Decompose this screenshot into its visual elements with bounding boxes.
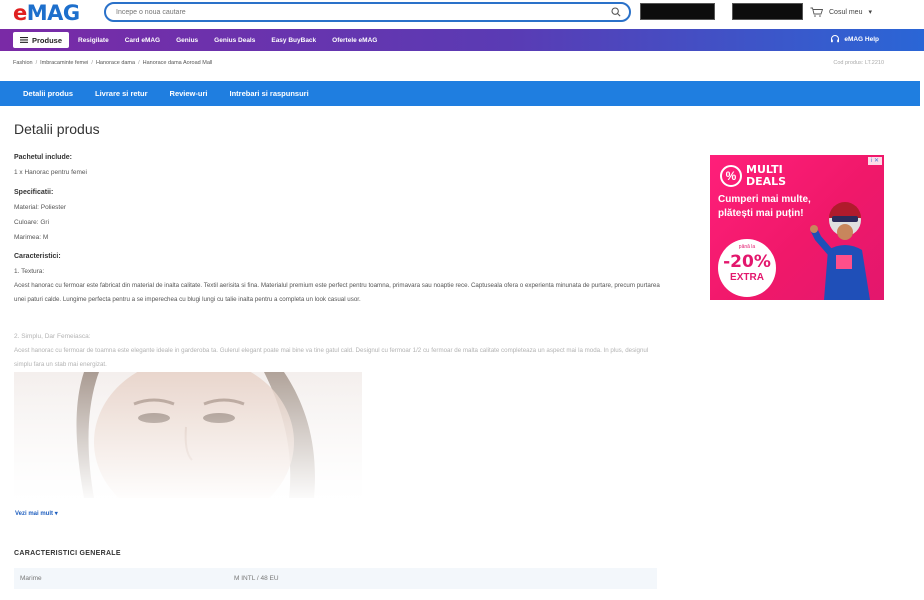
breadcrumb-item[interactable]: Hanorace dama bbox=[96, 60, 135, 66]
spec-culoare: Culoare: Gri bbox=[14, 219, 50, 226]
headset-icon bbox=[831, 35, 840, 43]
spec-row-value: M INTL / 48 EU bbox=[234, 575, 279, 582]
cart-label: Cosul meu bbox=[829, 8, 863, 16]
table-row: Marime M INTL / 48 EU bbox=[14, 568, 657, 589]
tab-review-uri[interactable]: Review-uri bbox=[170, 89, 208, 98]
page-title: Detalii produs bbox=[14, 121, 100, 137]
chevron-down-icon: ▾ bbox=[54, 511, 58, 517]
nav-link-resigilate[interactable]: Resigilate bbox=[78, 37, 109, 44]
discount-bubble: până la -20% EXTRA bbox=[718, 239, 776, 297]
product-code: Cod produs: LT.2210 bbox=[833, 60, 884, 66]
search-input[interactable] bbox=[116, 6, 596, 19]
multi-deals-ad[interactable]: i ✕ % MULTI DEALS Cumperi mai multe, plă… bbox=[710, 155, 884, 300]
discount-extra: EXTRA bbox=[730, 272, 764, 283]
breadcrumb-separator: / bbox=[91, 60, 93, 66]
breadcrumb-separator: / bbox=[35, 60, 38, 66]
nav-link-ofertele-emag[interactable]: Ofertele eMAG bbox=[332, 37, 377, 44]
general-features-title: CARACTERISTICI GENERALE bbox=[14, 550, 121, 557]
spec-marime: Marimea: M bbox=[14, 234, 49, 241]
breadcrumb-item[interactable]: Fashion bbox=[13, 60, 33, 66]
ad-close-icon[interactable]: i ✕ bbox=[868, 157, 882, 165]
caract-2-heading: 2. Simplu, Dar Femeiasca: bbox=[14, 333, 91, 340]
model-face-image bbox=[14, 372, 362, 498]
breadcrumb-item[interactable]: Imbracaminte femei bbox=[40, 60, 88, 66]
cart-icon bbox=[810, 7, 823, 17]
ad-title: MULTI DEALS bbox=[746, 164, 786, 188]
caract-label: Caracteristici: bbox=[14, 253, 61, 260]
main-nav: Produse Resigilate Card eMAG Genius Geni… bbox=[0, 29, 924, 51]
tab-livrare-retur[interactable]: Livrare si retur bbox=[95, 89, 148, 98]
discount-value: -20% bbox=[723, 252, 771, 272]
breadcrumb-item[interactable]: Hanorace dama Aoroad Mall bbox=[143, 60, 213, 66]
pachet-value: 1 x Hanorac pentru femei bbox=[14, 169, 87, 176]
help-button[interactable]: eMAG Help bbox=[830, 34, 879, 44]
spec-material: Material: Poliester bbox=[14, 204, 67, 211]
nav-link-card-emag[interactable]: Card eMAG bbox=[125, 37, 160, 44]
breadcrumb-separator: / bbox=[138, 60, 140, 66]
product-photo bbox=[14, 372, 362, 498]
nav-links: Resigilate Card eMAG Genius Genius Deals… bbox=[78, 29, 393, 51]
cart-button[interactable]: Cosul meu ▾ bbox=[810, 6, 872, 18]
see-more-label: Vezi mai mult bbox=[15, 511, 54, 517]
product-tabs: Detalii produs Livrare si retur Review-u… bbox=[0, 81, 920, 106]
breadcrumb: Fashion / Imbracaminte femei / Hanorace da… bbox=[13, 60, 212, 66]
top-header: eMAG Cosul meu ▾ bbox=[0, 0, 924, 26]
pachet-label: Pachetul include: bbox=[14, 154, 72, 161]
caract-1-heading: 1. Textura: bbox=[14, 268, 45, 275]
discount-prefix: până la bbox=[738, 244, 756, 250]
caract-2-text: Acest hanorac cu fermoar de toamna este … bbox=[14, 347, 649, 368]
emag-logo[interactable]: eMAG bbox=[13, 1, 80, 25]
spec-row-key: Marime bbox=[20, 575, 42, 582]
caract-1-text: Acest hanorac cu fermoar este fabricat d… bbox=[14, 282, 660, 303]
chevron-down-icon: ▾ bbox=[868, 9, 872, 16]
nav-link-easy-buyback[interactable]: Easy BuyBack bbox=[271, 37, 316, 44]
tab-detalii-produs[interactable]: Detalii produs bbox=[23, 89, 73, 98]
courier-mascot-image bbox=[810, 202, 870, 300]
redacted-account-area[interactable] bbox=[640, 3, 715, 20]
nav-link-genius-deals[interactable]: Genius Deals bbox=[214, 37, 255, 44]
ad-title-line2: DEALS bbox=[746, 175, 787, 188]
search-icon[interactable] bbox=[611, 7, 621, 17]
percent-icon: % bbox=[720, 165, 742, 187]
tab-intrebari[interactable]: Intrebari si raspunsuri bbox=[229, 89, 308, 98]
redacted-favorites-area[interactable] bbox=[732, 3, 803, 20]
spec-label: Specificatii: bbox=[14, 189, 54, 196]
produse-menu-button[interactable]: Produse bbox=[13, 32, 69, 48]
search-bar[interactable] bbox=[104, 2, 631, 22]
nav-link-genius[interactable]: Genius bbox=[176, 37, 198, 44]
help-label: eMAG Help bbox=[844, 35, 879, 43]
see-more-link[interactable]: Vezi mai mult ▾ bbox=[15, 510, 58, 517]
produse-label: Produse bbox=[31, 35, 62, 45]
hamburger-icon bbox=[19, 37, 28, 43]
